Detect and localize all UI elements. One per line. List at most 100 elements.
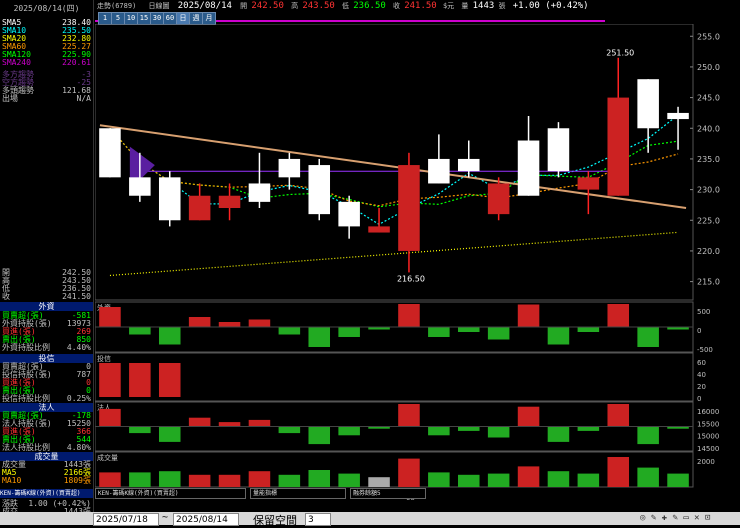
indicator-select-2[interactable]: 量能指標 [250,488,346,499]
volume-bar [99,472,121,487]
info-value: N/A [76,94,91,103]
legal-bar [278,426,301,434]
volume-bar [368,477,390,487]
indicator-legend: KEN-籌碼K線(外資)(買賣超) 量能指標 融券餘額5 [95,488,740,499]
chart-svg[interactable]: 外資5000-500投信6040200法人1600015500150001450… [95,24,740,500]
legal-bar [218,422,241,427]
foreign-tick-label: -500 [697,346,713,354]
close-value: 241.50 [404,1,437,11]
price-tick-label: 245.0 [697,94,720,103]
candle-body [667,112,689,120]
legal-tick-label: 15500 [697,420,719,428]
foreign-bar [99,307,121,327]
chart-area[interactable]: 走勢(6789) 日線圖 2025/08/14 開 242.50 高 243.5… [95,0,740,500]
foreign-bar [129,327,151,335]
volume-tick-label: 2000 [697,458,715,466]
keep-space-label: 保留空間 [253,514,297,527]
legal-bar [188,417,211,427]
volume-bar [218,474,241,487]
foreign-bar [607,304,630,327]
foreign-bar [308,327,331,347]
price-tick-label: 240.0 [697,124,720,133]
legal-bar [517,406,540,427]
foreign-bar [637,327,659,347]
candle-body [547,128,570,172]
info-row: 收 241.50 [2,292,91,301]
price-tick-label: 250.0 [697,63,720,72]
candle-body [398,165,420,251]
indicator-select-1[interactable]: KEN-籌碼K線(外資)(買賣超) [95,488,246,499]
volume-panel-frame [95,451,694,488]
candle-body [428,158,450,184]
chart-mode: 日線圖 [148,2,170,10]
foreign-bar [338,327,360,337]
trust-tick-label: 40 [697,371,706,379]
stock-title: 走勢(6789) [97,2,137,10]
info-row: SMA240 220.61 [2,58,91,67]
volume-bar [129,472,151,487]
volume-bar [517,466,540,487]
date-to-input[interactable] [173,513,239,526]
foreign-bar [398,304,420,327]
volume-bar [667,473,689,487]
trust-tick-label: 0 [697,395,701,403]
foreign-bar [547,327,570,345]
volume-value: 1443 [472,1,495,11]
toolbar-icons[interactable]: ◎ ✎ ✚ ✎ ▭ ✕ ⊡ [640,513,710,523]
info-value: 0.25% [66,394,91,403]
legal-bar [607,404,630,427]
legal-bar [129,426,151,434]
trust-bar [158,363,181,397]
info-label: 收 [2,292,10,301]
open-label: 開 [240,2,248,10]
open-value: 242.50 [251,1,284,11]
volume-bar [278,474,301,487]
price-tick-label: 215.0 [697,278,720,287]
info-label: 出場 [2,94,18,103]
low-annotation: 216.50 [397,274,425,283]
info-value: 241.50 [62,292,91,301]
foreign-bar [487,327,510,340]
legal-tick-label: 14500 [697,445,719,453]
foreign-bar [577,327,600,332]
trust-tick-label: 60 [697,359,706,367]
legal-bar [428,426,450,436]
info-label: MA10 [2,476,22,485]
info-label: SMA240 [2,58,31,67]
candle-body [577,177,600,190]
candle-body [457,158,480,172]
date-from-input[interactable] [93,513,159,526]
low-value: 236.50 [353,1,386,11]
keep-space-input[interactable] [305,513,331,526]
info-value: 1809張 [63,476,91,485]
chart-header: 走勢(6789) 日線圖 2025/08/14 開 242.50 高 243.5… [97,1,589,11]
price-tick-label: 230.0 [697,186,720,195]
foreign-bar [457,327,480,332]
foreign-bar [248,319,271,327]
candle-body [517,140,540,196]
candle-body [368,226,390,233]
high-label: 高 [291,2,299,10]
indicator-select-3[interactable]: 融券餘額5 [350,488,426,499]
volume-bar [637,467,659,487]
volume-unit: 張 [498,2,506,10]
volume-bar [607,457,630,487]
trend-line [99,124,687,209]
legal-bar [398,404,420,427]
info-panel: 2025/08/14(四) SMA5 238.40 SMA10 235.50 SMA20… [0,0,94,525]
trust-bar [129,363,151,397]
info-date: 2025/08/14(四) [13,4,80,13]
info-value: 4.40% [66,343,91,352]
trust-panel-title: 投信 [97,354,111,363]
volume-bar [188,474,211,487]
trust-bar [99,363,121,397]
info-value: 4.80% [66,443,91,452]
foreign-bar [278,327,301,335]
info-row: MA10 1809張 [2,476,91,485]
footer-tab[interactable]: KEN-籌碼K線(外資)(買賣超) [0,489,93,498]
info-row: 投信持股比例 0.25% [2,394,91,403]
info-value: 220.61 [62,58,91,67]
volume-bar [487,473,510,487]
candle-body [487,183,510,215]
foreign-bar [517,304,540,327]
